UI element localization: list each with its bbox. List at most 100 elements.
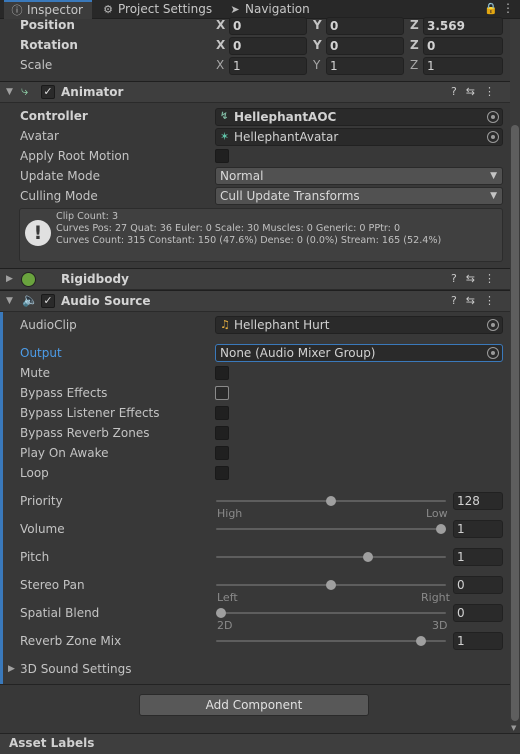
help-icon[interactable]: ?: [451, 294, 466, 307]
scale-label: Scale: [20, 58, 53, 72]
audio-source-icon: 🔈: [22, 293, 39, 308]
tab-project-settings[interactable]: ⚙ Project Settings: [101, 0, 219, 19]
stereo-pan-value-field[interactable]: 0: [453, 576, 503, 594]
mute-checkbox[interactable]: [215, 366, 229, 380]
bypass-effects-label: Bypass Effects: [20, 386, 108, 400]
3d-sound-settings-foldout[interactable]: 3D Sound Settings: [20, 662, 132, 676]
audio-source-enabled-checkbox[interactable]: ✓: [41, 294, 55, 308]
presets-icon[interactable]: ⇆: [466, 294, 484, 307]
bypass-reverb-zones-checkbox[interactable]: [215, 426, 229, 440]
avatar-label: Avatar: [20, 129, 59, 143]
object-picker-icon[interactable]: [487, 347, 499, 359]
object-picker-icon[interactable]: [487, 319, 499, 331]
avatar-icon: ✶: [220, 130, 230, 143]
asset-labels-bar[interactable]: Asset Labels: [0, 733, 520, 754]
tab-label: Navigation: [245, 2, 310, 16]
spatial-blend-value-field[interactable]: 0: [453, 604, 503, 622]
spatial-blend-label: Spatial Blend: [20, 606, 100, 620]
rigidbody-header[interactable]: ▶ Rigidbody ?⇆⋮: [0, 268, 510, 290]
update-mode-label: Update Mode: [20, 169, 100, 183]
volume-value-field[interactable]: 1: [453, 520, 503, 538]
spatial-blend-slider-knob[interactable]: [216, 608, 226, 618]
bypass-effects-checkbox[interactable]: [215, 386, 229, 400]
avatar-field[interactable]: ✶ HellephantAvatar: [215, 128, 503, 146]
animator-icon: ⤷: [21, 84, 29, 99]
priority-slider-knob[interactable]: [326, 496, 336, 506]
animator-header[interactable]: ▼ ⤷ ✓ Animator ?⇆⋮: [0, 81, 510, 103]
reverb-zone-mix-label: Reverb Zone Mix: [20, 634, 122, 648]
scroll-down-icon[interactable]: ▼: [511, 724, 516, 732]
scale-y-field[interactable]: 1: [326, 57, 404, 75]
lock-icon[interactable]: 🔒: [484, 2, 498, 15]
more-menu-icon[interactable]: ⋮: [502, 1, 514, 15]
foldout-expanded-icon[interactable]: ▼: [6, 296, 13, 306]
position-z-field[interactable]: 3.569: [423, 17, 503, 35]
position-x-field[interactable]: 0: [229, 17, 307, 35]
component-header-icons: ?⇆⋮: [451, 85, 504, 98]
rotation-z-field[interactable]: 0: [423, 37, 503, 55]
scale-x-field[interactable]: 1: [229, 57, 307, 75]
info-icon: ⓘ: [11, 4, 23, 17]
pitch-slider-knob[interactable]: [362, 552, 373, 562]
curves-count-text: Curves Count: 315 Constant: 150 (47.6%) …: [56, 235, 442, 246]
priority-value-field[interactable]: 128: [453, 492, 503, 510]
bypass-listener-effects-label: Bypass Listener Effects: [20, 406, 160, 420]
more-menu-icon[interactable]: ⋮: [484, 294, 504, 307]
position-y-field[interactable]: 0: [326, 17, 404, 35]
stereo-pan-max-label: Right: [421, 591, 450, 604]
play-on-awake-checkbox[interactable]: [215, 446, 229, 460]
volume-slider-track[interactable]: [216, 528, 446, 530]
apply-root-motion-checkbox[interactable]: [215, 149, 229, 163]
axis-x: X: [216, 38, 226, 52]
culling-mode-value: Cull Update Transforms: [220, 189, 360, 203]
reverb-zone-mix-value-field[interactable]: 1: [453, 632, 503, 650]
presets-icon[interactable]: ⇆: [466, 272, 484, 285]
rotation-label: Rotation: [20, 38, 78, 52]
more-menu-icon[interactable]: ⋮: [484, 272, 504, 285]
foldout-expanded-icon[interactable]: ▼: [6, 87, 13, 97]
foldout-collapsed-icon[interactable]: ▶: [8, 664, 15, 674]
bypass-listener-effects-checkbox[interactable]: [215, 406, 229, 420]
more-menu-icon[interactable]: ⋮: [484, 85, 504, 98]
foldout-collapsed-icon[interactable]: ▶: [6, 274, 13, 284]
stereo-pan-min-label: Left: [217, 591, 238, 604]
scrollbar-thumb[interactable]: [511, 125, 519, 721]
pitch-label: Pitch: [20, 550, 50, 564]
audioclip-field[interactable]: ♫ Hellephant Hurt: [215, 316, 503, 334]
animator-enabled-checkbox[interactable]: ✓: [41, 85, 55, 99]
rotation-y-field[interactable]: 0: [326, 37, 404, 55]
stereo-pan-slider-knob[interactable]: [326, 580, 336, 590]
volume-slider-knob[interactable]: [436, 524, 446, 534]
tab-inspector[interactable]: ⓘ Inspector: [4, 0, 92, 19]
help-icon[interactable]: ?: [451, 85, 466, 98]
mute-label: Mute: [20, 366, 51, 380]
rotation-x-field[interactable]: 0: [229, 37, 307, 55]
help-icon[interactable]: ?: [451, 272, 466, 285]
priority-label: Priority: [20, 494, 63, 508]
pitch-slider-track[interactable]: [216, 556, 446, 558]
presets-icon[interactable]: ⇆: [466, 85, 484, 98]
loop-checkbox[interactable]: [215, 466, 229, 480]
object-picker-icon[interactable]: [487, 111, 499, 123]
audio-source-header[interactable]: ▼ 🔈 ✓ Audio Source ?⇆⋮: [0, 290, 510, 312]
spatial-blend-slider-track[interactable]: [216, 612, 446, 614]
component-header-icons: ?⇆⋮: [451, 272, 504, 285]
pitch-value-field[interactable]: 1: [453, 548, 503, 566]
output-field[interactable]: None (Audio Mixer Group): [215, 344, 503, 362]
scale-z-field[interactable]: 1: [423, 57, 503, 75]
divider: [0, 684, 510, 685]
position-label: Position: [20, 18, 75, 32]
update-mode-dropdown[interactable]: Normal ▼: [215, 167, 503, 185]
component-header-icons: ?⇆⋮: [451, 294, 504, 307]
culling-mode-dropdown[interactable]: Cull Update Transforms ▼: [215, 187, 503, 205]
chevron-down-icon: ▼: [490, 171, 497, 181]
spatial-blend-max-label: 3D: [432, 619, 448, 632]
object-picker-icon[interactable]: [487, 131, 499, 143]
controller-field[interactable]: ↯ HellephantAOC: [215, 108, 503, 126]
scrollbar[interactable]: ▼: [510, 19, 520, 733]
reverb-zone-mix-slider-knob[interactable]: [415, 636, 426, 646]
add-component-button[interactable]: Add Component: [139, 694, 369, 716]
rigidbody-title: Rigidbody: [61, 272, 129, 286]
tab-label: Inspector: [27, 3, 83, 17]
reverb-zone-mix-slider-track[interactable]: [216, 640, 446, 642]
